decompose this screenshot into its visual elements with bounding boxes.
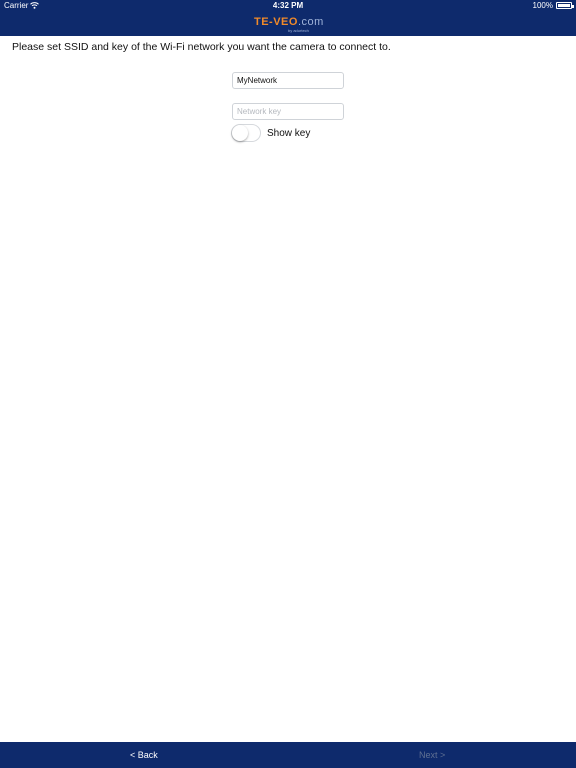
battery-icon: [556, 2, 574, 9]
battery-status: 100%: [532, 1, 574, 10]
instruction-text: Please set SSID and key of the Wi-Fi net…: [12, 41, 391, 53]
ssid-input[interactable]: [232, 72, 344, 89]
show-key-label: Show key: [267, 127, 311, 139]
toggle-knob: [232, 125, 248, 141]
status-bar: Carrier 4:32 PM 100%: [0, 0, 576, 12]
show-key-toggle[interactable]: [231, 124, 261, 142]
app-logo: TE-VEO.com by adurtech: [254, 16, 324, 34]
header-bar: TE-VEO.com by adurtech: [0, 12, 576, 36]
logo-com-text: .com: [297, 16, 324, 28]
show-key-row: Show key: [231, 124, 310, 142]
logo-main-text: TE-VEO: [254, 16, 298, 28]
network-key-input[interactable]: [232, 103, 344, 120]
back-button[interactable]: < Back: [130, 750, 158, 760]
logo-text: TE-VEO.com: [254, 16, 324, 28]
logo-subtitle: by adurtech: [288, 28, 309, 33]
next-button[interactable]: Next >: [419, 750, 445, 760]
clock: 4:32 PM: [272, 1, 304, 10]
battery-percent: 100%: [532, 1, 553, 10]
bottom-toolbar: < Back Next >: [0, 742, 576, 768]
